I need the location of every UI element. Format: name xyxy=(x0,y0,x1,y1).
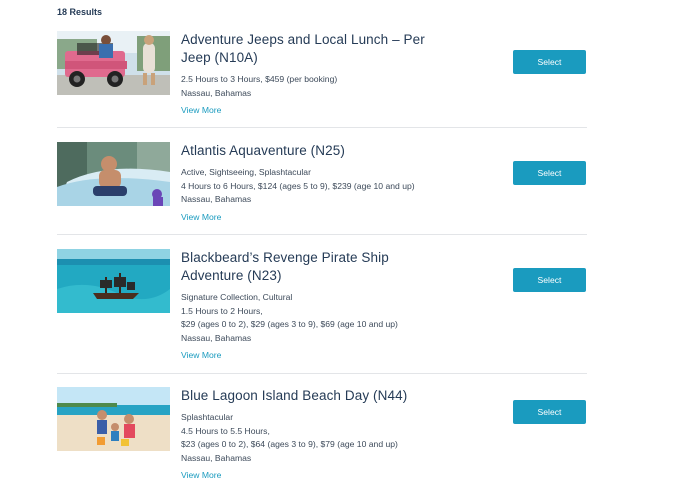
list-item: Blue Lagoon Island Beach Day (N44) Splas… xyxy=(57,374,587,486)
excursion-prices: $23 (ages 0 to 2), $64 (ages 3 to 9), $7… xyxy=(181,439,398,449)
excursion-duration: 1.5 Hours to 2 Hours, xyxy=(181,305,263,316)
excursion-duration: 4.5 Hours to 5.5 Hours, xyxy=(181,425,270,436)
view-more-link[interactable]: View More xyxy=(181,212,221,222)
pink-jeep-photo xyxy=(57,31,170,95)
excursion-location: Nassau, Bahamas xyxy=(181,194,252,204)
excursion-image-pirate-ship[interactable] xyxy=(57,249,170,313)
excursion-location: Nassau, Bahamas xyxy=(181,87,252,98)
select-button[interactable]: Select xyxy=(513,268,586,292)
excursion-prices: $29 (ages 0 to 2), $29 (ages 3 to 9), $6… xyxy=(181,319,398,329)
water-slide-photo xyxy=(57,142,170,206)
excursion-info: Blackbeard’s Revenge Pirate Ship Adventu… xyxy=(181,249,441,363)
excursion-details: 4 Hours to 6 Hours, $124 (ages 5 to 9), … xyxy=(181,180,415,191)
excursion-categories: Active, Sightseeing, Splashtacular xyxy=(181,167,311,177)
select-button[interactable]: Select xyxy=(513,400,586,424)
select-button[interactable]: Select xyxy=(513,50,586,74)
excursion-location: Nassau, Bahamas xyxy=(181,452,252,463)
excursion-list: Adventure Jeeps and Local Lunch – Per Je… xyxy=(57,21,587,486)
pirate-ship-photo xyxy=(57,249,170,313)
excursion-title: Blue Lagoon Island Beach Day (N44) xyxy=(181,388,408,403)
excursion-title: Atlantis Aquaventure (N25) xyxy=(181,143,345,158)
view-more-link[interactable]: View More xyxy=(181,470,221,480)
excursion-details: 2.5 Hours to 3 Hours, $459 (per booking) xyxy=(181,74,338,84)
excursion-title: Adventure Jeeps and Local Lunch – Per Je… xyxy=(181,32,425,65)
excursion-info: Blue Lagoon Island Beach Day (N44) Splas… xyxy=(181,387,441,483)
excursion-categories: Splashtacular xyxy=(181,412,234,422)
excursion-title: Blackbeard’s Revenge Pirate Ship Adventu… xyxy=(181,250,389,283)
excursion-image-aquaventure[interactable] xyxy=(57,142,170,206)
list-item: Atlantis Aquaventure (N25) Active, Sight… xyxy=(57,128,587,235)
excursion-info: Adventure Jeeps and Local Lunch – Per Je… xyxy=(181,31,441,118)
excursion-image-blue-lagoon[interactable] xyxy=(57,387,170,451)
excursion-location: Nassau, Bahamas xyxy=(181,332,252,343)
excursion-info: Atlantis Aquaventure (N25) Active, Sight… xyxy=(181,142,441,225)
view-more-link[interactable]: View More xyxy=(181,105,221,115)
view-more-link[interactable]: View More xyxy=(181,350,221,360)
list-item: Adventure Jeeps and Local Lunch – Per Je… xyxy=(57,21,587,128)
beach-family-photo xyxy=(57,387,170,451)
excursion-image-jeep[interactable] xyxy=(57,31,170,95)
results-page: 18 Results Adventure Jeeps and Local Lun… xyxy=(0,0,689,486)
list-item: Blackbeard’s Revenge Pirate Ship Adventu… xyxy=(57,235,587,374)
excursion-categories: Signature Collection, Cultural xyxy=(181,292,293,302)
select-button[interactable]: Select xyxy=(513,161,586,185)
results-count: 18 Results xyxy=(57,7,103,17)
